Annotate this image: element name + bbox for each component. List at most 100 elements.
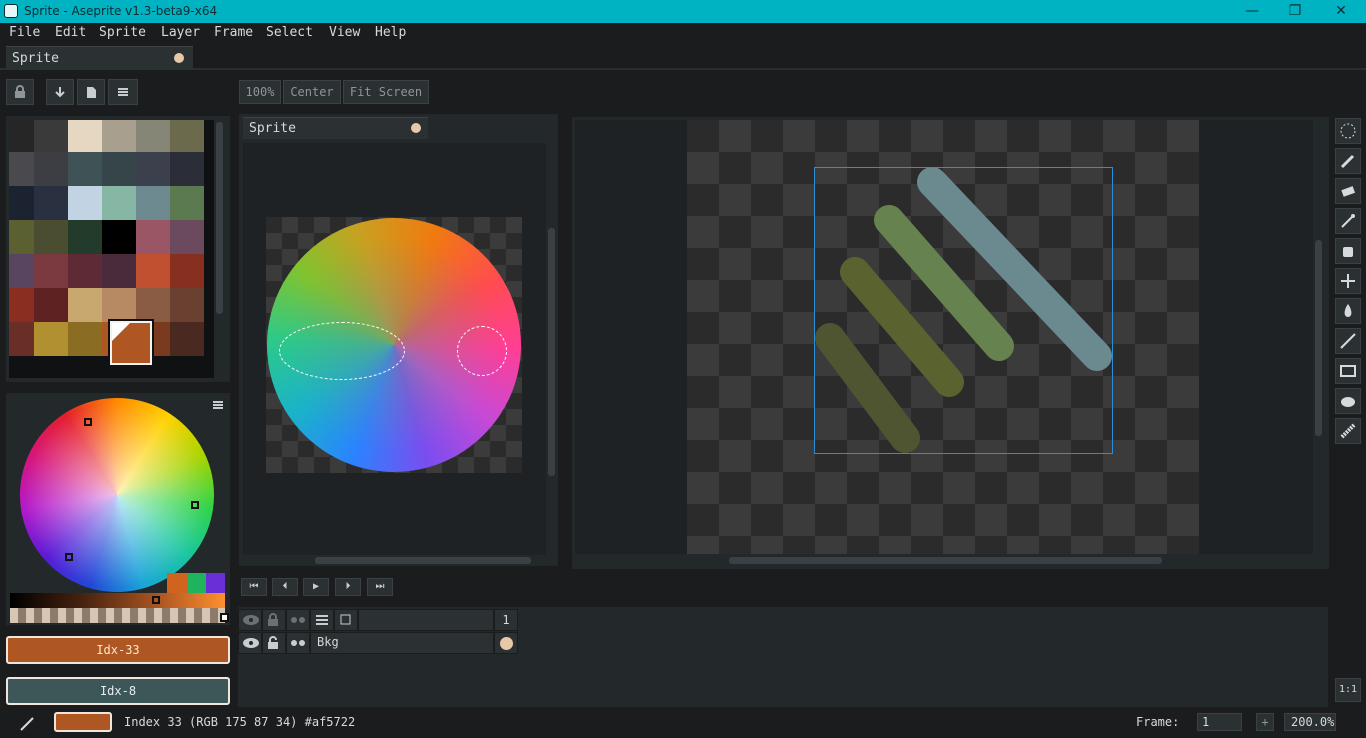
line-tool[interactable] bbox=[1335, 328, 1361, 354]
palette-swatch[interactable] bbox=[136, 288, 170, 322]
last-frame-button[interactable]: ⏭ bbox=[367, 578, 393, 596]
tint-handle[interactable] bbox=[220, 613, 229, 622]
layer-visibility-toggle[interactable] bbox=[238, 632, 262, 654]
rectangle-tool[interactable] bbox=[1335, 358, 1361, 384]
harmony-swatch[interactable] bbox=[167, 573, 187, 593]
eyedropper-tool[interactable] bbox=[1335, 208, 1361, 234]
palette-swatch[interactable] bbox=[68, 220, 102, 254]
ellipse-selection[interactable] bbox=[457, 326, 507, 376]
menu-select[interactable]: Select bbox=[266, 25, 313, 40]
layer-settings-header[interactable] bbox=[310, 609, 334, 631]
palette-swatch[interactable] bbox=[170, 254, 204, 288]
palette-swatch[interactable] bbox=[68, 152, 102, 186]
foreground-color-button[interactable]: Idx-33 bbox=[6, 636, 230, 664]
palette-swatch[interactable] bbox=[102, 254, 136, 288]
play-button[interactable]: ▶ bbox=[303, 578, 329, 596]
palette-swatch[interactable] bbox=[9, 220, 34, 254]
layer-continuous-toggle[interactable] bbox=[286, 632, 310, 654]
palette-swatch[interactable] bbox=[136, 186, 170, 220]
minimize-button[interactable]: — bbox=[1229, 0, 1275, 23]
palette-swatch[interactable] bbox=[34, 120, 68, 152]
palette-swatch[interactable] bbox=[136, 254, 170, 288]
palette-swatch[interactable] bbox=[102, 152, 136, 186]
layer-lock-toggle[interactable] bbox=[262, 632, 286, 654]
palette-swatch[interactable] bbox=[170, 288, 204, 322]
ellipse-selection[interactable] bbox=[279, 322, 405, 380]
first-frame-button[interactable]: ⏮ bbox=[241, 578, 267, 596]
main-vscrollbar[interactable] bbox=[1315, 240, 1322, 436]
harmony-handle[interactable] bbox=[191, 501, 199, 509]
zoom-100-button[interactable]: 100% bbox=[239, 80, 281, 104]
harmony-swatch[interactable] bbox=[206, 573, 225, 593]
palette-swatch[interactable] bbox=[68, 120, 102, 152]
palette-swatch[interactable] bbox=[34, 186, 68, 220]
palette-presets-button[interactable] bbox=[77, 79, 105, 105]
color-wheel[interactable] bbox=[20, 398, 214, 592]
harmony-handle[interactable] bbox=[65, 553, 73, 561]
wheel-options-icon[interactable] bbox=[212, 399, 224, 411]
close-button[interactable]: ✕ bbox=[1318, 0, 1364, 23]
palette-scrollbar[interactable] bbox=[216, 122, 223, 314]
fit-screen-button[interactable]: Fit Screen bbox=[343, 80, 429, 104]
move-tool[interactable] bbox=[1335, 268, 1361, 294]
palette-swatch[interactable] bbox=[34, 288, 68, 322]
zoom-field[interactable]: 200.0% bbox=[1284, 713, 1336, 731]
palette-swatch[interactable] bbox=[9, 120, 34, 152]
frame-header[interactable]: 1 bbox=[494, 609, 518, 631]
blur-tool[interactable] bbox=[1335, 388, 1361, 414]
toggle-lock-header[interactable] bbox=[262, 609, 286, 631]
background-color-button[interactable]: Idx-8 bbox=[6, 677, 230, 705]
palette-swatch[interactable] bbox=[9, 186, 34, 220]
palette-options-button[interactable] bbox=[108, 79, 138, 105]
palette-swatch[interactable] bbox=[9, 322, 34, 356]
tab-sprite[interactable]: Sprite bbox=[6, 46, 193, 70]
palette-sort-button[interactable] bbox=[46, 79, 74, 105]
tint-ramp[interactable] bbox=[10, 608, 225, 623]
eraser-tool[interactable] bbox=[1335, 178, 1361, 204]
main-hscrollbar[interactable] bbox=[729, 557, 1162, 564]
menu-edit[interactable]: Edit bbox=[55, 25, 86, 40]
palette-swatch[interactable] bbox=[34, 152, 68, 186]
palette-swatch[interactable] bbox=[170, 220, 204, 254]
palette-swatch[interactable] bbox=[102, 120, 136, 152]
palette-swatch[interactable] bbox=[34, 322, 68, 356]
selected-palette-swatch[interactable] bbox=[110, 321, 152, 365]
palette-swatch[interactable] bbox=[68, 288, 102, 322]
cel-frame-1[interactable] bbox=[494, 632, 518, 654]
palette-swatch[interactable] bbox=[9, 288, 34, 322]
preview-hscrollbar[interactable] bbox=[315, 557, 531, 564]
palette-swatch[interactable] bbox=[9, 152, 34, 186]
layer-name[interactable]: Bkg bbox=[310, 632, 494, 654]
toggle-visibility-header[interactable] bbox=[238, 609, 262, 631]
maximize-button[interactable]: ❐ bbox=[1272, 0, 1318, 23]
harmony-handle[interactable] bbox=[84, 418, 92, 426]
menu-file[interactable]: File bbox=[9, 25, 40, 40]
palette-swatch[interactable] bbox=[68, 186, 102, 220]
previous-frame-button[interactable]: ⏴ bbox=[272, 578, 298, 596]
palette-swatch[interactable] bbox=[170, 120, 204, 152]
frame-input[interactable]: 1 bbox=[1197, 713, 1242, 731]
pencil-tool[interactable] bbox=[1335, 148, 1361, 174]
menu-help[interactable]: Help bbox=[375, 25, 406, 40]
palette-swatch[interactable] bbox=[170, 186, 204, 220]
center-button[interactable]: Center bbox=[283, 80, 341, 104]
menu-layer[interactable]: Layer bbox=[161, 25, 200, 40]
palette-swatch[interactable] bbox=[102, 186, 136, 220]
palette-swatch[interactable] bbox=[68, 254, 102, 288]
palette-swatch[interactable] bbox=[9, 254, 34, 288]
lock-palette-button[interactable] bbox=[6, 79, 34, 105]
hand-tool[interactable] bbox=[1335, 238, 1361, 264]
next-frame-button[interactable]: ⏵ bbox=[335, 578, 361, 596]
ellipse-marquee-tool[interactable] bbox=[1335, 118, 1361, 144]
harmony-swatch[interactable] bbox=[187, 573, 206, 593]
onion-skin-button[interactable] bbox=[334, 609, 358, 631]
paint-bucket-tool[interactable] bbox=[1335, 298, 1361, 324]
palette-swatch[interactable] bbox=[170, 152, 204, 186]
palette-swatch[interactable] bbox=[136, 120, 170, 152]
menu-view[interactable]: View bbox=[329, 25, 360, 40]
add-frame-button[interactable]: + bbox=[1256, 713, 1274, 731]
palette-swatch[interactable] bbox=[102, 220, 136, 254]
palette-swatch[interactable] bbox=[136, 152, 170, 186]
toggle-continuous-header[interactable] bbox=[286, 609, 310, 631]
palette-swatch[interactable] bbox=[170, 322, 204, 356]
